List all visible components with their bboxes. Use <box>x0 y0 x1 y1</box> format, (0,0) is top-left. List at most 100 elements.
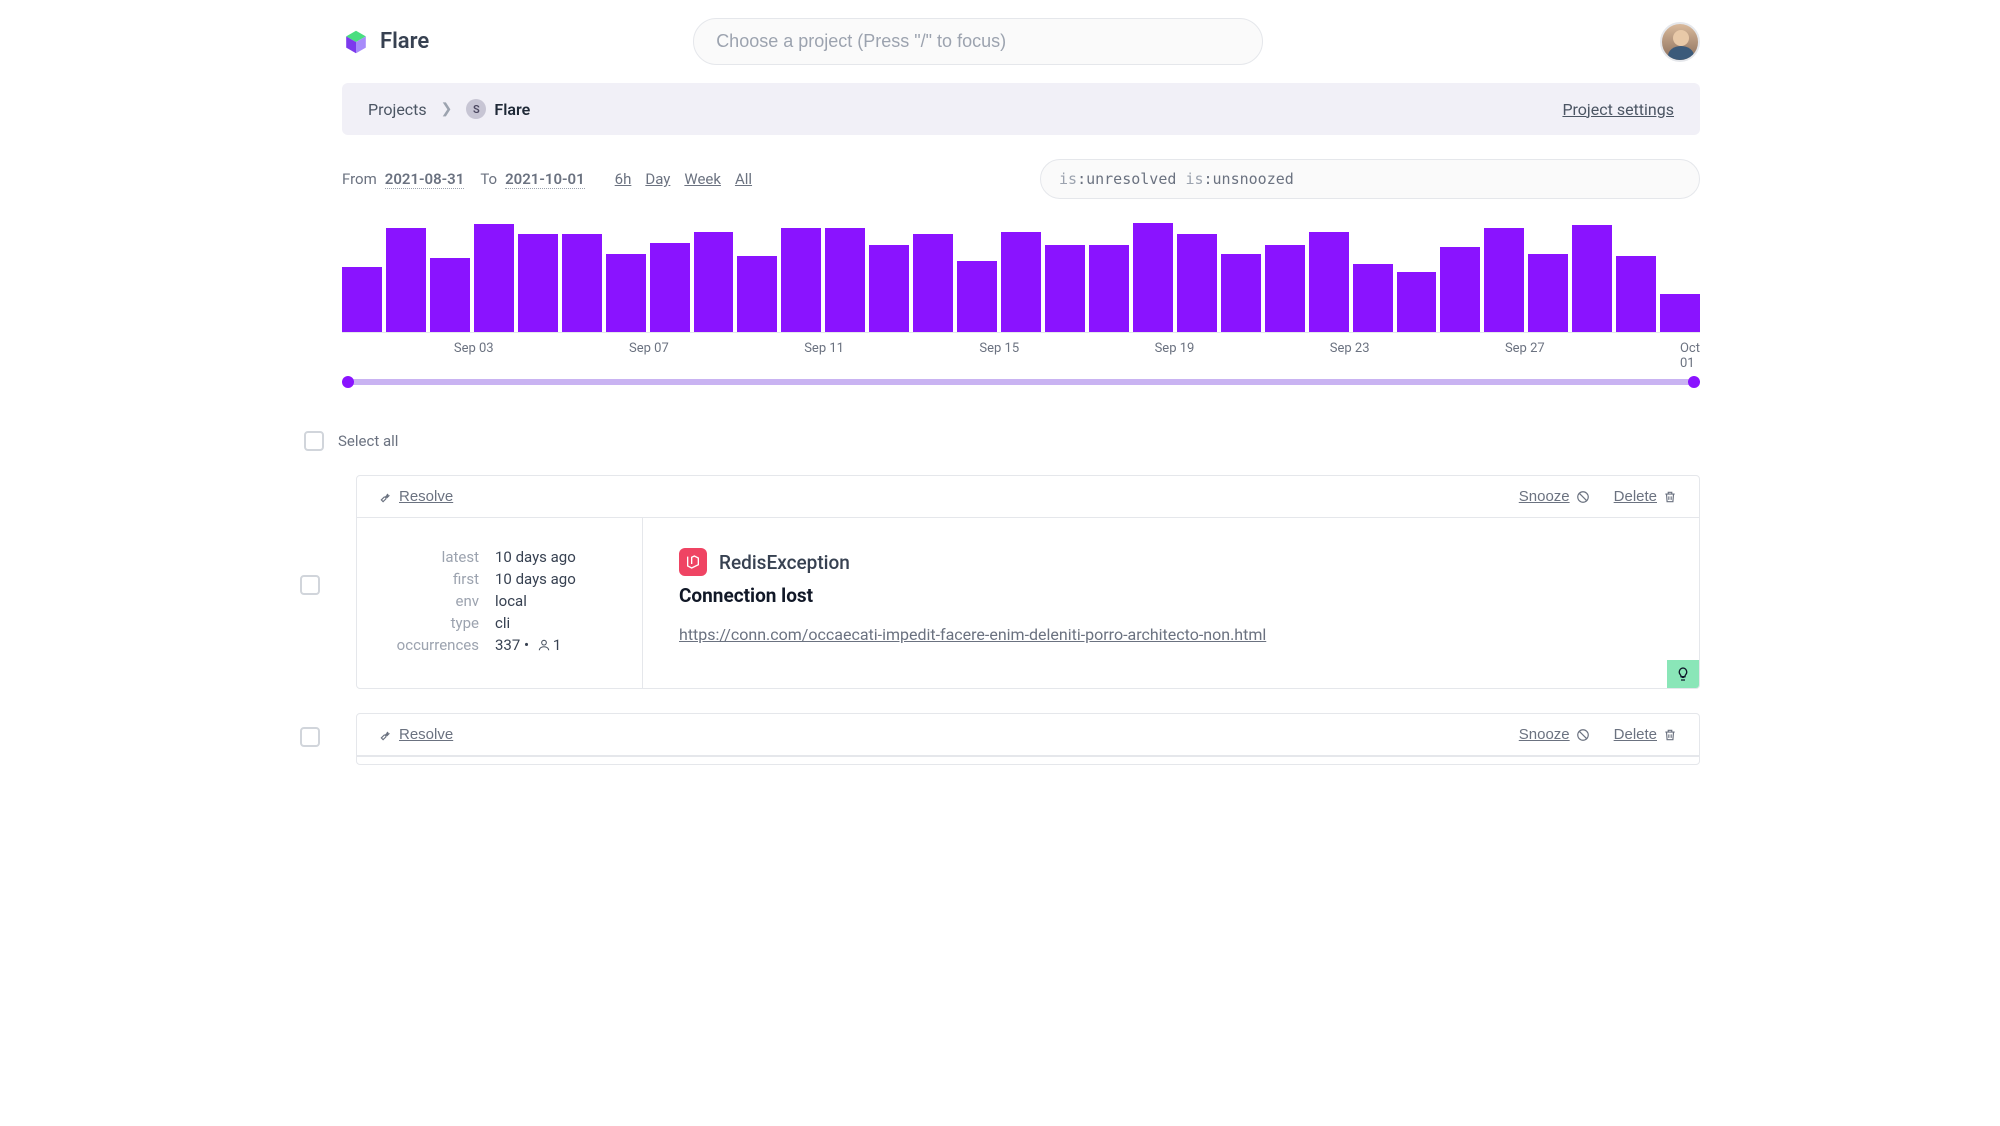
delete-label: Delete <box>1614 488 1657 505</box>
select-all-label: Select all <box>338 432 398 450</box>
chart-bar[interactable] <box>1572 225 1612 332</box>
date-range-slider[interactable] <box>346 379 1696 385</box>
chart-bar[interactable] <box>1397 272 1437 332</box>
error-meta: latest10 days ago first10 days ago envlo… <box>357 518 643 688</box>
axis-tick: Sep 11 <box>804 341 844 356</box>
meta-users: 1 <box>553 636 561 654</box>
chart-bar[interactable] <box>518 234 558 332</box>
project-badge: S <box>466 99 486 119</box>
delete-button[interactable]: Delete <box>1614 488 1677 505</box>
chart-bar[interactable] <box>694 232 734 332</box>
logo[interactable]: Flare <box>342 28 429 56</box>
chart-axis: Sep 03Sep 07Sep 11Sep 15Sep 19Sep 23Sep … <box>342 341 1700 361</box>
project-settings-link[interactable]: Project settings <box>1562 100 1674 119</box>
header: Flare <box>300 0 1700 83</box>
snooze-button[interactable]: Snooze <box>1519 726 1590 743</box>
chart-bar[interactable] <box>386 228 426 332</box>
meta-latest: 10 days ago <box>495 548 576 566</box>
chevron-right-icon: ❯ <box>441 101 453 117</box>
meta-env-label: env <box>379 592 479 610</box>
error-checkbox[interactable] <box>300 575 320 595</box>
snooze-label: Snooze <box>1519 488 1570 505</box>
chart-bar[interactable] <box>474 224 514 332</box>
period-all[interactable]: All <box>735 170 752 188</box>
chart-bar[interactable] <box>1045 245 1085 332</box>
wrench-icon <box>379 490 393 504</box>
exception-name: RedisException <box>719 551 850 574</box>
chart-bar[interactable] <box>1089 245 1129 332</box>
chart-bar[interactable] <box>957 261 997 332</box>
breadcrumb-current: Flare <box>494 100 530 119</box>
resolve-button[interactable]: Resolve <box>379 488 453 505</box>
query-input[interactable]: is:unresolved is:unsnoozed <box>1040 159 1700 199</box>
chart-bar[interactable] <box>781 228 821 332</box>
select-all-row: Select all <box>304 431 1700 451</box>
breadcrumb: Projects ❯ S Flare Project settings <box>342 83 1700 135</box>
error-item: Resolve Snooze Delete latest10 days ago <box>300 475 1700 689</box>
chart-bar[interactable] <box>1309 232 1349 332</box>
chart-bar[interactable] <box>1616 256 1656 332</box>
error-card: Resolve Snooze Delete <box>356 713 1700 765</box>
chart-bar[interactable] <box>606 254 646 332</box>
meta-first-label: first <box>379 570 479 588</box>
exception-message: Connection lost <box>679 584 1663 607</box>
project-search-input[interactable] <box>693 18 1263 65</box>
period-links: 6h Day Week All <box>615 170 752 188</box>
meta-env: local <box>495 592 527 610</box>
error-main[interactable]: RedisException Connection lost https://c… <box>643 518 1699 688</box>
exception-url[interactable]: https://conn.com/occaecati-impedit-facer… <box>679 625 1266 644</box>
axis-tick: Sep 19 <box>1155 341 1195 356</box>
filter-bar: From 2021-08-31 To 2021-10-01 6h Day Week A… <box>342 135 1700 209</box>
chart-bar[interactable] <box>1177 234 1217 332</box>
chart-bar[interactable] <box>1265 245 1305 332</box>
chart-bar[interactable] <box>562 234 602 332</box>
axis-tick: Sep 03 <box>454 341 494 356</box>
chart-bar[interactable] <box>342 267 382 332</box>
snooze-icon <box>1576 728 1590 742</box>
chart-bar[interactable] <box>825 228 865 332</box>
meta-type: cli <box>495 614 510 632</box>
card-action-bar: Resolve Snooze Delete <box>357 714 1699 756</box>
chart-bar[interactable] <box>650 243 690 332</box>
chart-bar[interactable] <box>1660 294 1700 332</box>
period-day[interactable]: Day <box>645 170 670 188</box>
error-card: Resolve Snooze Delete latest10 days ago <box>356 475 1700 689</box>
hint-button[interactable] <box>1667 660 1699 688</box>
chart-bar[interactable] <box>1133 223 1173 332</box>
chart-bar[interactable] <box>1484 228 1524 332</box>
resolve-button[interactable]: Resolve <box>379 726 453 743</box>
axis-tick: Sep 07 <box>629 341 669 356</box>
chart-bar[interactable] <box>737 256 777 332</box>
chart-bar[interactable] <box>430 258 470 332</box>
from-label: From <box>342 170 377 188</box>
chart-bar[interactable] <box>1221 254 1261 332</box>
user-avatar[interactable] <box>1660 22 1700 62</box>
chart-bar[interactable] <box>1353 264 1393 332</box>
error-chart: Sep 03Sep 07Sep 11Sep 15Sep 19Sep 23Sep … <box>342 223 1700 385</box>
delete-button[interactable]: Delete <box>1614 726 1677 743</box>
error-item: Resolve Snooze Delete <box>300 713 1700 765</box>
user-icon <box>537 638 551 652</box>
breadcrumb-projects[interactable]: Projects <box>368 100 427 119</box>
trash-icon <box>1663 728 1677 742</box>
date-to[interactable]: 2021-10-01 <box>505 170 585 189</box>
chart-bar[interactable] <box>869 245 909 332</box>
chart-bar[interactable] <box>913 234 953 332</box>
chart-bar[interactable] <box>1440 247 1480 332</box>
snooze-button[interactable]: Snooze <box>1519 488 1590 505</box>
project-search-wrap <box>693 18 1263 65</box>
wrench-icon <box>379 728 393 742</box>
to-label: To <box>480 170 497 188</box>
period-week[interactable]: Week <box>684 170 721 188</box>
period-6h[interactable]: 6h <box>615 170 632 188</box>
logo-text: Flare <box>380 29 429 54</box>
error-checkbox[interactable] <box>300 727 320 747</box>
resolve-label: Resolve <box>399 488 453 505</box>
chart-bar[interactable] <box>1528 254 1568 332</box>
resolve-label: Resolve <box>399 726 453 743</box>
chart-bar[interactable] <box>1001 232 1041 332</box>
select-all-checkbox[interactable] <box>304 431 324 451</box>
chart-bars <box>342 223 1700 333</box>
meta-occ-count: 337 <box>495 636 520 654</box>
date-from[interactable]: 2021-08-31 <box>385 170 465 189</box>
